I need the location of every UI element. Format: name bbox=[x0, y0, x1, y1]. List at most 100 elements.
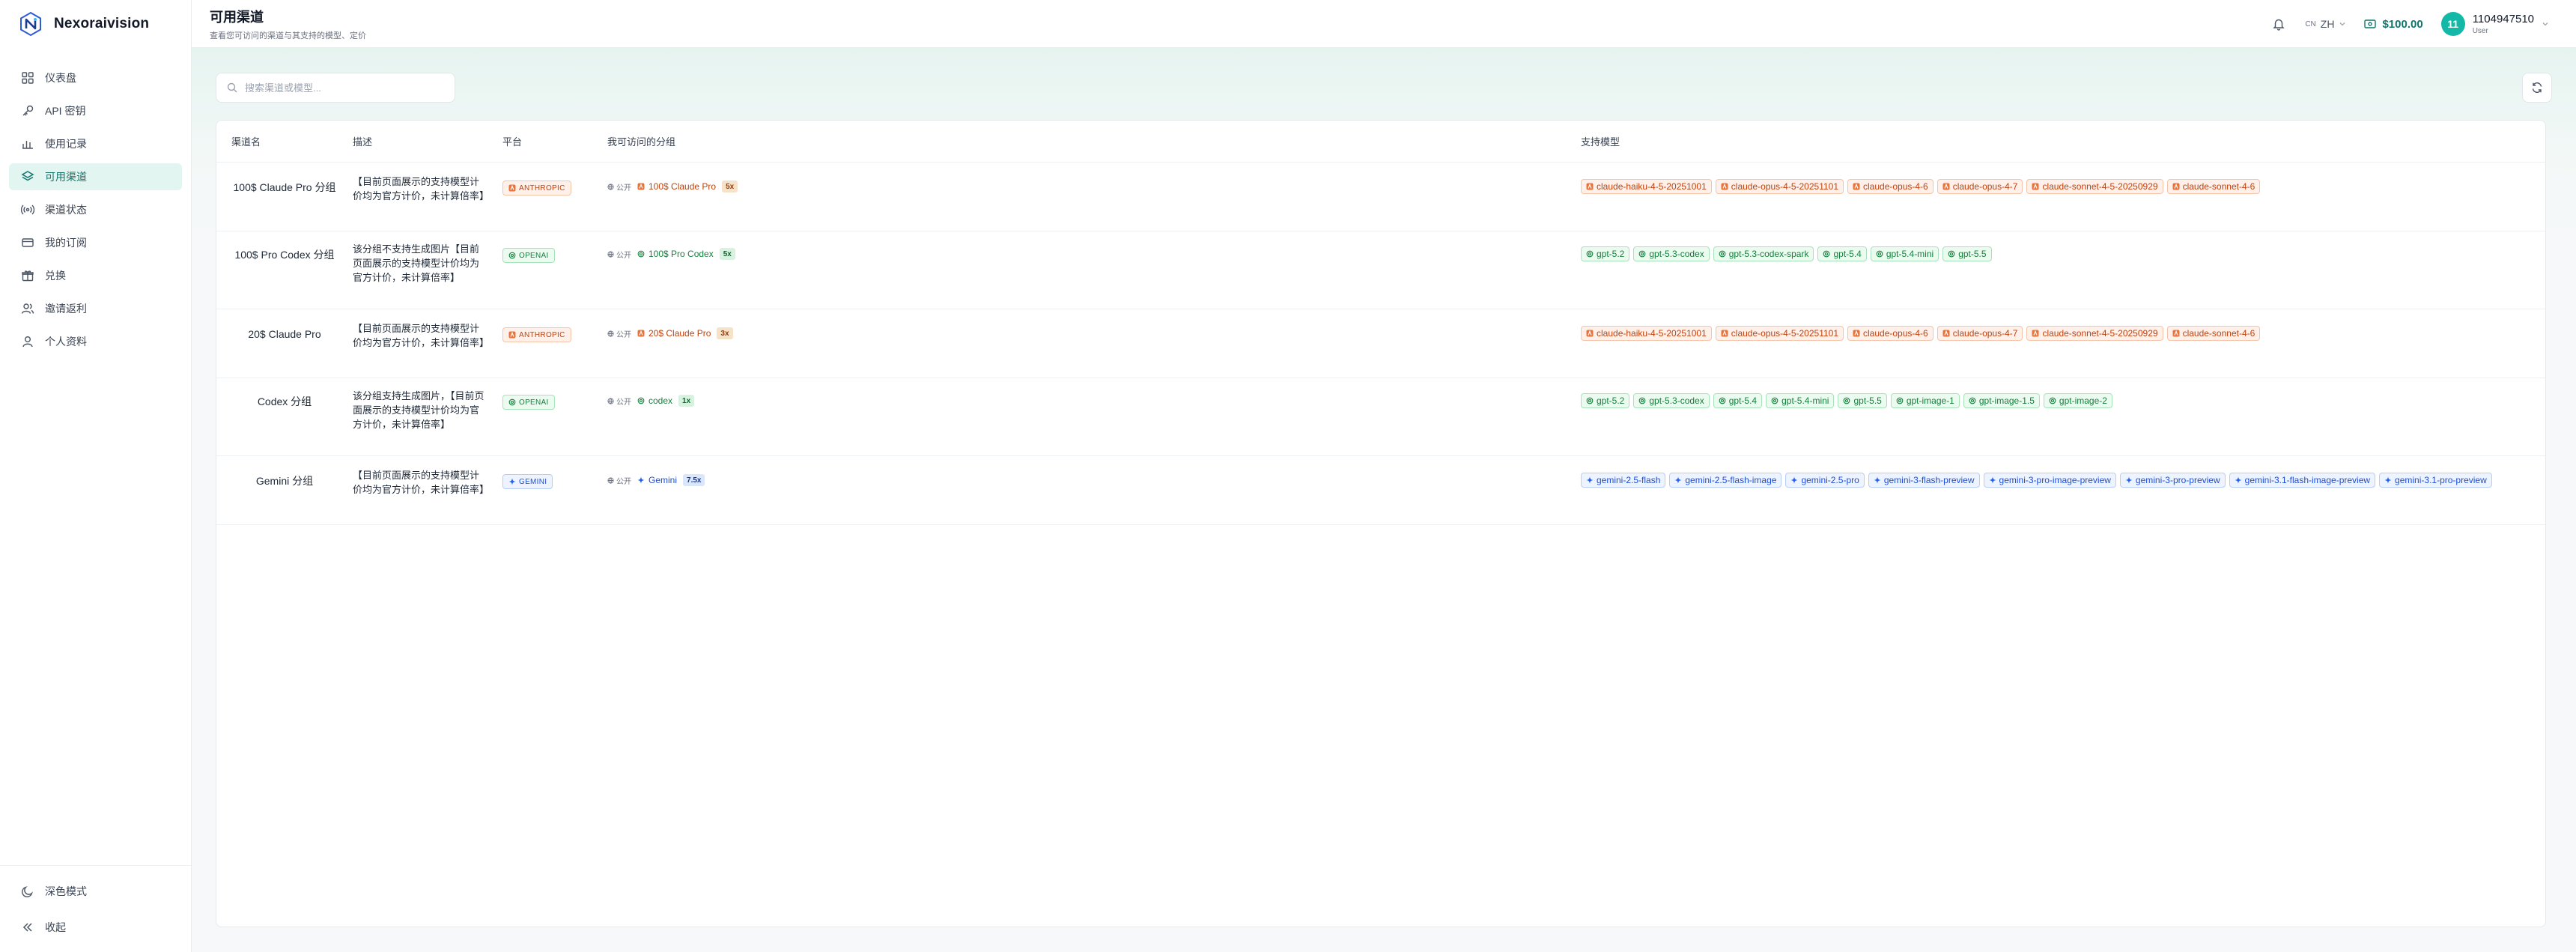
model-tag[interactable]: claude-opus-4-7 bbox=[1936, 326, 2023, 341]
model-tag[interactable]: gpt-5.3-codex bbox=[1633, 393, 1710, 408]
model-tag[interactable]: gpt-5.2 bbox=[1581, 246, 1630, 261]
model-tag[interactable]: gpt-5.4-mini bbox=[1870, 246, 1939, 261]
sidebar-item-channel-status[interactable]: 渠道状态 bbox=[9, 196, 182, 223]
collapse-sidebar-button[interactable]: 收起 bbox=[9, 914, 182, 941]
column-header-models: 支持模型 bbox=[1581, 136, 1620, 148]
model-name: claude-haiku-4-5-20251001 bbox=[1597, 328, 1707, 339]
model-tag[interactable]: claude-opus-4-6 bbox=[1847, 179, 1933, 194]
sidebar-item-api-keys[interactable]: API 密钥 bbox=[9, 97, 182, 124]
gift-icon bbox=[21, 269, 34, 282]
model-tag[interactable]: gpt-5.3-codex-spark bbox=[1713, 246, 1814, 261]
model-tag[interactable]: gemini-3-pro-preview bbox=[2119, 473, 2226, 488]
grid-icon bbox=[21, 71, 34, 85]
model-tag[interactable]: gpt-5.5 bbox=[1942, 246, 1992, 261]
balance-display[interactable]: $100.00 bbox=[2364, 18, 2423, 31]
model-tag[interactable]: gemini-3-pro-image-preview bbox=[1983, 473, 2116, 488]
group-name: codex bbox=[637, 395, 672, 406]
model-tag[interactable]: claude-sonnet-4-5-20250929 bbox=[2026, 326, 2163, 341]
globe-icon bbox=[607, 397, 614, 404]
search-box[interactable] bbox=[216, 73, 455, 103]
platform-cell: ANTHROPIC bbox=[502, 163, 607, 195]
models-cell: gpt-5.2 gpt-5.3-codex gpt-5.3-codex-spark g… bbox=[1581, 231, 2545, 261]
refresh-button[interactable] bbox=[2522, 73, 2552, 103]
public-label: 公开 bbox=[616, 477, 631, 486]
model-name: gemini-2.5-pro bbox=[1801, 475, 1859, 485]
sidebar-item-profile[interactable]: 个人资料 bbox=[9, 328, 182, 355]
brand[interactable]: Nexoraivision bbox=[0, 0, 191, 48]
model-tag[interactable]: gpt-5.4-mini bbox=[1766, 393, 1835, 408]
page-title: 可用渠道 bbox=[210, 9, 264, 25]
model-tag[interactable]: gpt-5.4 bbox=[1713, 393, 1763, 408]
public-badge: 公开 bbox=[607, 249, 631, 260]
model-tag[interactable]: claude-opus-4-5-20251101 bbox=[1715, 179, 1844, 194]
model-tag[interactable]: claude-sonnet-4-6 bbox=[2166, 179, 2261, 194]
gemini-icon bbox=[2235, 476, 2242, 484]
bell-icon[interactable] bbox=[2270, 16, 2287, 32]
sidebar-item-dashboard[interactable]: 仪表盘 bbox=[9, 64, 182, 91]
users-icon bbox=[21, 302, 34, 315]
sidebar-item-subscription[interactable]: 我的订阅 bbox=[9, 229, 182, 256]
model-tag[interactable]: gpt-image-1.5 bbox=[1963, 393, 2040, 408]
model-tag[interactable]: claude-opus-4-6 bbox=[1847, 326, 1933, 341]
rate-badge: 3x bbox=[717, 327, 733, 339]
platform-badge: ANTHROPIC bbox=[502, 181, 571, 195]
search-input[interactable] bbox=[245, 82, 440, 94]
models-cell: gemini-2.5-flash gemini-2.5-flash-image ge… bbox=[1581, 456, 2545, 488]
model-name: gpt-image-2 bbox=[2059, 395, 2107, 406]
table-row: 20$ Claude Pro 【目前页面展示的支持模型计价均为官方计价，未计算倍率… bbox=[216, 309, 2545, 378]
model-tag[interactable]: gemini-2.5-pro bbox=[1785, 473, 1865, 488]
model-tag[interactable]: claude-sonnet-4-6 bbox=[2166, 326, 2261, 341]
model-tag[interactable]: claude-opus-4-7 bbox=[1936, 179, 2023, 194]
group-label: 20$ Claude Pro bbox=[648, 328, 711, 339]
model-tag[interactable]: claude-haiku-4-5-20251001 bbox=[1581, 179, 1712, 194]
sidebar-item-label: 渠道状态 bbox=[45, 204, 87, 216]
model-tag-list: gpt-5.2 gpt-5.3-codex gpt-5.3-codex-spark g… bbox=[1581, 246, 2500, 261]
group-entry[interactable]: 公开 100$ Claude Pro 5x bbox=[607, 181, 1581, 192]
model-tag[interactable]: gemini-3.1-flash-image-preview bbox=[2229, 473, 2376, 488]
model-tag[interactable]: claude-sonnet-4-5-20250929 bbox=[2026, 179, 2163, 194]
wallet-icon bbox=[2364, 19, 2377, 28]
model-tag[interactable]: gpt-5.5 bbox=[1838, 393, 1887, 408]
top-header: 可用渠道 查看您可访问的渠道与其支持的模型、定价 CN ZH $100.00 1… bbox=[192, 0, 2576, 48]
platform-cell: OPENAI bbox=[502, 231, 607, 263]
group-entry[interactable]: 公开 100$ Pro Codex 5x bbox=[607, 248, 1581, 260]
model-tag[interactable]: gpt-5.3-codex bbox=[1633, 246, 1710, 261]
dark-mode-toggle[interactable]: 深色模式 bbox=[9, 878, 182, 905]
group-label: Gemini bbox=[648, 475, 678, 485]
model-name: claude-opus-4-6 bbox=[1863, 181, 1928, 192]
anthropic-icon bbox=[1942, 183, 1950, 190]
model-tag[interactable]: gpt-image-2 bbox=[2043, 393, 2112, 408]
language-selector[interactable]: CN ZH bbox=[2305, 18, 2346, 30]
model-tag[interactable]: gpt-image-1 bbox=[1890, 393, 1960, 408]
group-cell: 公开 20$ Claude Pro 3x bbox=[607, 309, 1581, 339]
model-tag[interactable]: gemini-3-flash-preview bbox=[1868, 473, 1980, 488]
openai-icon bbox=[1896, 397, 1904, 404]
group-label: codex bbox=[648, 395, 673, 406]
table-body: 100$ Claude Pro 分组 【目前页面展示的支持模型计价均为官方计价，未… bbox=[216, 163, 2545, 525]
model-tag[interactable]: claude-haiku-4-5-20251001 bbox=[1581, 326, 1712, 341]
group-entry[interactable]: 公开 20$ Claude Pro 3x bbox=[607, 327, 1581, 339]
model-tag[interactable]: gemini-2.5-flash bbox=[1581, 473, 1666, 488]
model-tag[interactable]: gemini-3.1-pro-preview bbox=[2379, 473, 2492, 488]
model-tag[interactable]: gpt-5.2 bbox=[1581, 393, 1630, 408]
model-name: gemini-2.5-flash-image bbox=[1685, 475, 1777, 485]
sidebar-item-referral[interactable]: 邀请返利 bbox=[9, 295, 182, 322]
model-tag[interactable]: claude-opus-4-5-20251101 bbox=[1715, 326, 1844, 341]
model-name: claude-sonnet-4-5-20250929 bbox=[2042, 181, 2158, 192]
platform-cell: OPENAI bbox=[502, 378, 607, 410]
rate-badge: 5x bbox=[719, 248, 735, 260]
group-label: 100$ Pro Codex bbox=[648, 249, 714, 259]
user-menu[interactable]: 11 1104947510 User bbox=[2440, 12, 2549, 36]
model-tag[interactable]: gpt-5.4 bbox=[1817, 246, 1867, 261]
group-entry[interactable]: 公开 Gemini 7.5x bbox=[607, 474, 1581, 486]
channel-name: 20$ Claude Pro bbox=[248, 328, 321, 340]
signal-icon bbox=[21, 203, 34, 216]
openai-icon bbox=[508, 252, 516, 259]
sidebar-item-channels[interactable]: 可用渠道 bbox=[9, 163, 182, 190]
group-entry[interactable]: 公开 codex 1x bbox=[607, 395, 1581, 407]
sidebar-item-redeem[interactable]: 兑换 bbox=[9, 262, 182, 289]
sidebar-item-usage[interactable]: 使用记录 bbox=[9, 130, 182, 157]
toolbar bbox=[216, 73, 2552, 103]
model-tag[interactable]: gemini-2.5-flash-image bbox=[1669, 473, 1782, 488]
globe-icon bbox=[607, 330, 614, 337]
